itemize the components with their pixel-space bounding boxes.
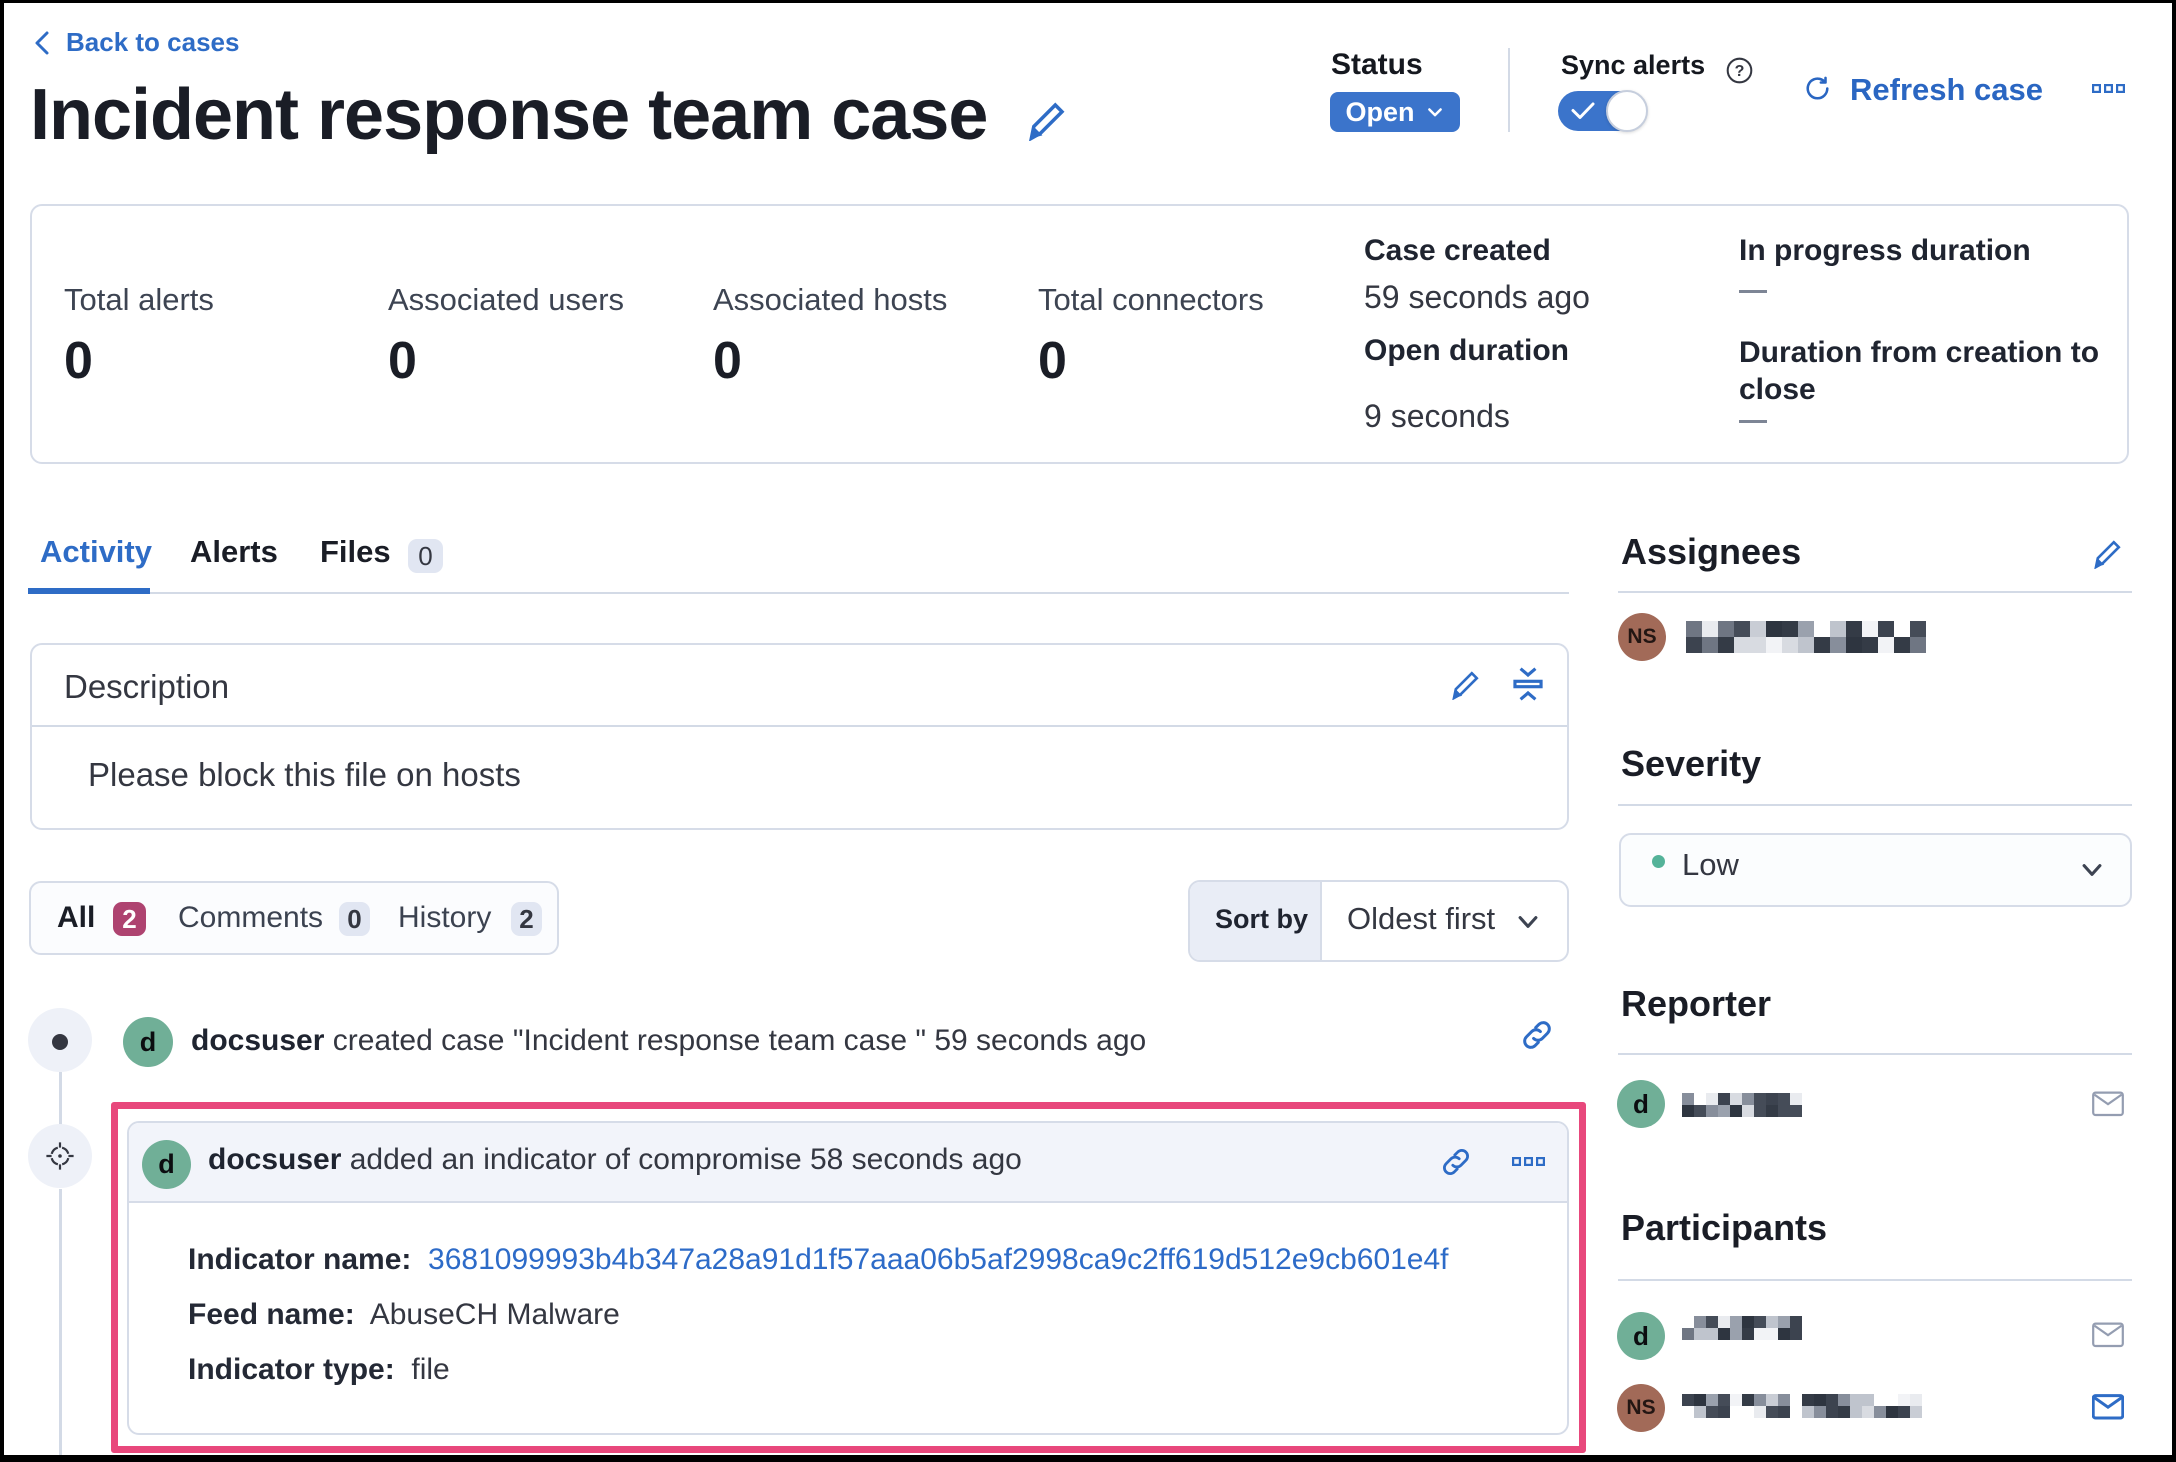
svg-text:?: ? bbox=[1735, 62, 1745, 80]
